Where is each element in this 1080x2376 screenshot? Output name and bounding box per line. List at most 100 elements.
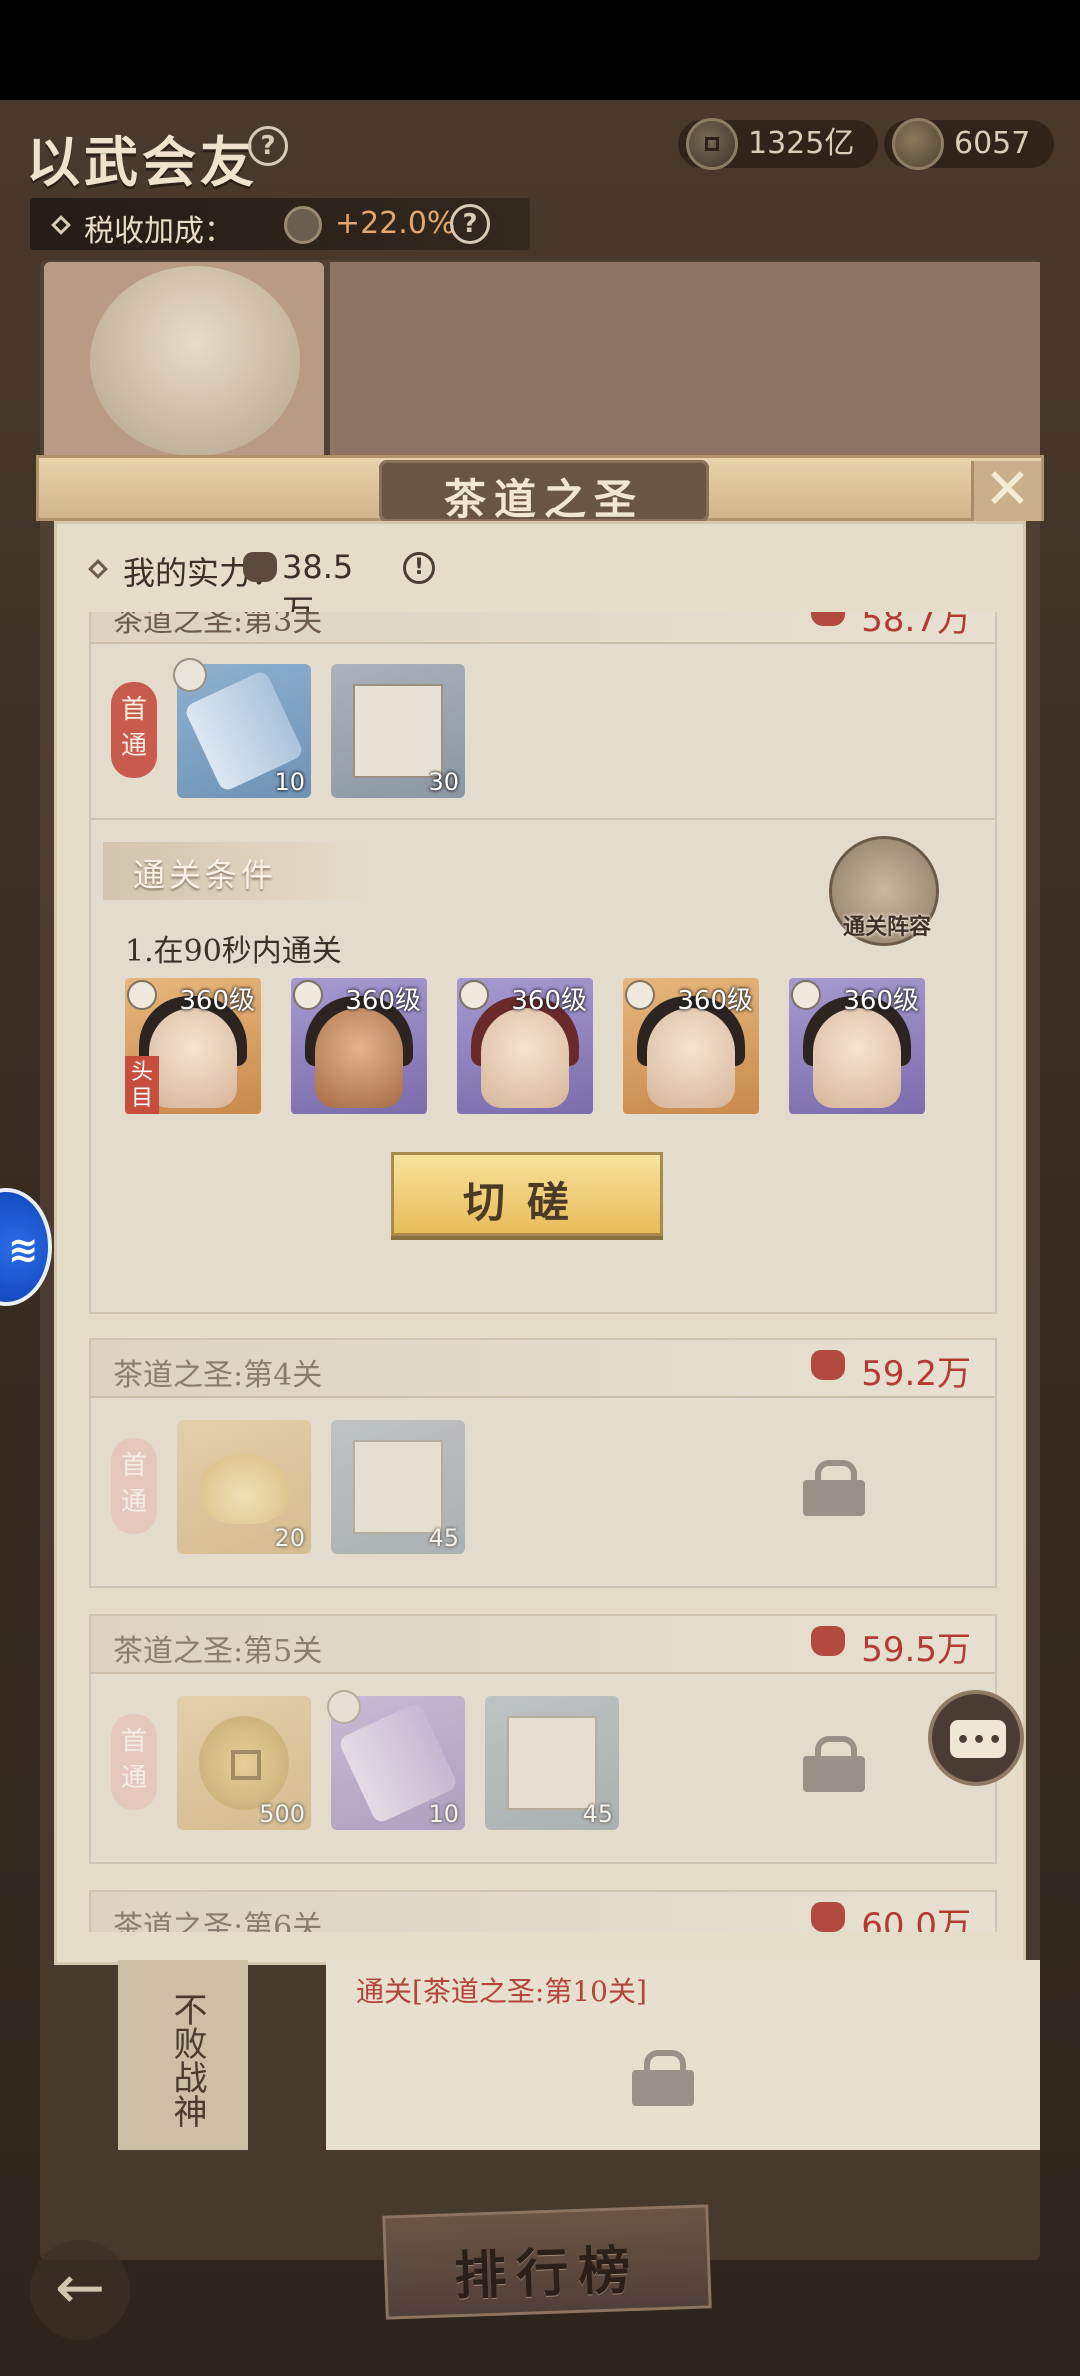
reward-count: 500 (259, 1800, 305, 1828)
enemy-hero[interactable]: 360级 (623, 978, 759, 1114)
close-button[interactable]: ✕ (971, 461, 1041, 521)
reward-count: 30 (428, 768, 459, 796)
page-title: 以武会友 (26, 130, 258, 194)
hero-level: 360级 (345, 986, 421, 1016)
stage-name: 茶道之圣:第6关 (113, 1910, 323, 1932)
enemy-hero[interactable]: 360级 头目 (125, 978, 261, 1114)
book-icon (353, 1440, 443, 1534)
book-icon (353, 684, 443, 778)
divider (91, 818, 995, 820)
reward-count: 45 (428, 1524, 459, 1552)
assistant-icon: ≋ (8, 1230, 39, 1271)
hero-face (149, 1008, 237, 1108)
reward-item[interactable]: 20 (177, 1420, 311, 1554)
reward-item[interactable]: 45 (331, 1420, 465, 1554)
reward-item[interactable]: 45 (485, 1696, 619, 1830)
reward-count: 10 (428, 1800, 459, 1828)
help-icon[interactable]: ? (248, 126, 288, 166)
stage-list[interactable]: 茶道之圣:第3关 58.7万 首通 10 30 通关条件 1.在90秒内通关 通… (71, 612, 1015, 1932)
stage-power: 60.0万 (811, 1898, 971, 1932)
side-tag: 不败战神 (118, 1960, 248, 2150)
stage-name: 茶道之圣:第5关 (113, 1634, 323, 1669)
stage-card: 茶道之圣:第3关 58.7万 首通 10 30 通关条件 1.在90秒内通关 通… (89, 612, 997, 1314)
stage-power-value: 59.5万 (861, 1630, 971, 1670)
hero-level: 360级 (511, 986, 587, 1016)
badge-icon (327, 1690, 361, 1724)
reward-count: 45 (582, 1800, 613, 1828)
stage-header: 茶道之圣:第4关 59.2万 (91, 1340, 995, 1398)
leaderboard-button[interactable]: 排行榜 (382, 2204, 712, 2320)
spar-button-label: 切磋 (462, 1178, 591, 1227)
stage-card: 茶道之圣:第4关 59.2万 首通 20 45 (89, 1338, 997, 1588)
silver-coin-icon (686, 118, 738, 170)
tea-leaf-icon (892, 118, 944, 170)
fist-icon (811, 1626, 846, 1656)
top-bar: 以武会友 ? 1325亿 6057 (0, 100, 1080, 200)
tea-value: 6057 (954, 126, 1031, 161)
tax-value: +22.0% (335, 206, 456, 241)
silver-resource[interactable]: 1325亿 (678, 118, 879, 170)
condition-title: 通关条件 (133, 856, 278, 894)
tea-resource[interactable]: 6057 (884, 118, 1055, 170)
first-clear-badge: 首通 (111, 1714, 157, 1810)
diamond-icon (88, 559, 108, 579)
fist-icon (811, 1902, 846, 1932)
reward-item[interactable]: 500 (177, 1696, 311, 1830)
stage-card: 茶道之圣:第5关 59.5万 首通 500 10 45 (89, 1614, 997, 1864)
modal-body: 我的实力： 38.5万 ! 茶道之圣:第3关 58.7万 首通 10 30 通关… (54, 521, 1026, 1965)
coin-icon (199, 1716, 289, 1810)
lock-icon (803, 1460, 865, 1516)
stage-power-value: 59.2万 (861, 1354, 971, 1394)
stage-power: 58.7万 (811, 612, 971, 641)
reward-count: 10 (274, 768, 305, 796)
stage-power-value: 58.7万 (861, 612, 971, 640)
spar-button[interactable]: 切磋 (391, 1152, 663, 1236)
fist-icon (811, 612, 846, 626)
lock-icon (803, 1736, 865, 1792)
faction-icon (127, 980, 157, 1010)
stage-card: 茶道之圣:第6关 60.0万 (89, 1890, 997, 1932)
badge-icon (173, 658, 207, 692)
chat-bubble-icon: ••• (950, 1720, 1006, 1758)
leaderboard-label: 排行榜 (453, 2239, 642, 2308)
modal-header: 茶道之圣 ✕ (36, 455, 1044, 524)
stage-header: 茶道之圣:第3关 58.7万 (91, 612, 995, 644)
fist-icon (811, 1350, 846, 1380)
modal-title: 茶道之圣 (443, 475, 644, 524)
tax-bonus-bar: 税收加成： +22.0% ? (30, 198, 530, 250)
reward-item[interactable]: 10 (173, 658, 311, 798)
hero-face (813, 1008, 901, 1108)
stage-power: 59.5万 (811, 1622, 971, 1671)
stage-name: 茶道之圣:第4关 (113, 1358, 323, 1393)
stage-header: 茶道之圣:第6关 60.0万 (91, 1892, 995, 1932)
chat-dots: ••• (956, 1728, 1005, 1753)
gold-ingot-icon (199, 1454, 289, 1524)
book-icon (507, 1716, 597, 1810)
tax-label: 税收加成： (84, 214, 234, 249)
chat-button[interactable]: ••• (928, 1690, 1024, 1786)
chapter-rewards-panel (330, 262, 1040, 462)
hero-face (481, 1008, 569, 1108)
info-icon[interactable]: ! (403, 552, 435, 584)
enemy-hero[interactable]: 360级 (291, 978, 427, 1114)
clear-lineup-button[interactable]: 通关阵容 (829, 836, 939, 946)
unlock-panel: 通关[茶道之圣:第10关] (326, 1960, 1040, 2150)
clear-lineup-label: 通关阵容 (842, 914, 931, 940)
enemy-hero[interactable]: 360级 (789, 978, 925, 1114)
back-arrow-icon[interactable]: ← (30, 2240, 130, 2340)
enemy-hero[interactable]: 360级 (457, 978, 593, 1114)
hero-level: 360级 (179, 986, 255, 1016)
faction-icon (459, 980, 489, 1010)
reward-item[interactable]: 10 (327, 1690, 465, 1830)
hero-face (315, 1008, 403, 1108)
stage-modal: 茶道之圣 ✕ 我的实力： 38.5万 ! 茶道之圣:第3关 58.7万 首通 1… (36, 455, 1044, 1965)
leader-tag: 头目 (125, 1056, 159, 1114)
first-clear-badge: 首通 (111, 1438, 157, 1534)
stage-name: 茶道之圣:第3关 (113, 612, 323, 639)
elder-portrait (90, 266, 300, 456)
hero-level: 360级 (677, 986, 753, 1016)
reward-item[interactable]: 30 (331, 664, 465, 798)
tax-help-icon[interactable]: ? (450, 204, 490, 244)
side-tag-text: 不败战神 (167, 1992, 207, 2128)
fist-icon (243, 552, 277, 582)
